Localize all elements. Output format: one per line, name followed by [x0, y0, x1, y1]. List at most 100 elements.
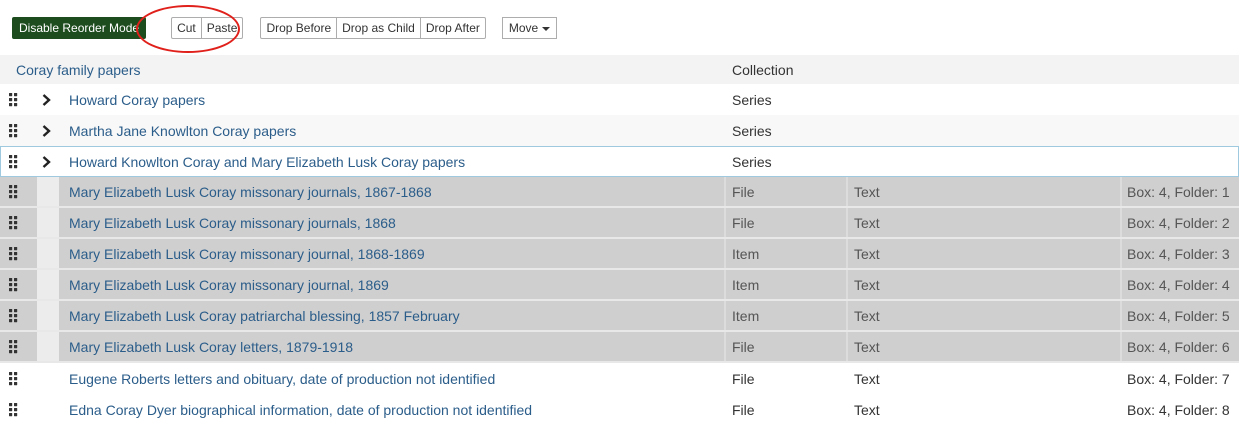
move-dropdown-button[interactable]: Move: [501, 17, 558, 39]
cut-paste-group: Cut Paste: [171, 17, 244, 39]
move-label: Move: [508, 21, 539, 35]
type-cell: Text: [854, 307, 880, 324]
indent-cell: [37, 270, 59, 299]
level-cell: File: [732, 338, 755, 355]
title-cell: Eugene Roberts letters and obituary, dat…: [69, 363, 495, 394]
tree-row[interactable]: Eugene Roberts letters and obituary, dat…: [0, 363, 1239, 394]
title-cell: Martha Jane Knowlton Coray papers: [69, 115, 296, 146]
row-title-link[interactable]: Edna Coray Dyer biographical information…: [69, 402, 532, 418]
root-row: Coray family papers Collection: [0, 55, 1239, 84]
column-divider: [846, 332, 848, 361]
tree-row[interactable]: Howard Coray papers Series: [0, 84, 1239, 115]
level-cell: Item: [732, 276, 760, 293]
tree-row-selected[interactable]: Mary Elizabeth Lusk Coray missonary jour…: [0, 239, 1239, 270]
indent-cell: [37, 332, 59, 361]
column-divider: [1120, 239, 1122, 268]
drop-before-button[interactable]: Drop Before: [260, 17, 338, 39]
caret-down-icon: [542, 26, 551, 31]
root-title-link[interactable]: Coray family papers: [16, 62, 141, 78]
tree-row[interactable]: Edna Coray Dyer biographical information…: [0, 394, 1239, 425]
drag-handle-icon[interactable]: [9, 84, 23, 115]
type-cell: Text: [854, 338, 880, 355]
drag-handle-icon[interactable]: [9, 301, 23, 330]
container-cell: Box: 4, Folder: 7: [1127, 370, 1230, 387]
tree-row[interactable]: Martha Jane Knowlton Coray papers Series: [0, 115, 1239, 146]
type-cell: Text: [854, 183, 880, 200]
container-cell: Box: 4, Folder: 8: [1127, 401, 1230, 418]
level-cell: File: [732, 183, 755, 200]
tree-row-selected[interactable]: Mary Elizabeth Lusk Coray missonary jour…: [0, 208, 1239, 239]
tree-row-selected[interactable]: Mary Elizabeth Lusk Coray letters, 1879-…: [0, 332, 1239, 363]
row-title-link[interactable]: Mary Elizabeth Lusk Coray missonary jour…: [69, 215, 396, 231]
row-title-link[interactable]: Martha Jane Knowlton Coray papers: [69, 123, 296, 139]
drag-handle-icon[interactable]: [9, 177, 23, 206]
title-cell: Mary Elizabeth Lusk Coray missonary jour…: [69, 208, 396, 237]
column-divider: [846, 270, 848, 299]
drop-as-child-button[interactable]: Drop as Child: [336, 17, 421, 39]
level-cell: File: [732, 370, 755, 387]
title-cell: Mary Elizabeth Lusk Coray missonary jour…: [69, 239, 425, 268]
tree-row-selected[interactable]: Mary Elizabeth Lusk Coray missonary jour…: [0, 177, 1239, 208]
column-divider: [724, 177, 726, 206]
type-cell: Text: [854, 276, 880, 293]
tree-table: Coray family papers Collection Howard Co…: [0, 55, 1239, 425]
column-divider: [846, 208, 848, 237]
type-cell: Text: [854, 214, 880, 231]
title-cell: Howard Coray papers: [69, 84, 205, 115]
column-divider: [724, 208, 726, 237]
tree-row-selected[interactable]: Mary Elizabeth Lusk Coray patriarchal bl…: [0, 301, 1239, 332]
column-divider: [1120, 270, 1122, 299]
indent-cell: [37, 301, 59, 330]
drag-handle-icon[interactable]: [9, 147, 23, 176]
title-cell: Mary Elizabeth Lusk Coray missonary jour…: [69, 270, 389, 299]
expand-chevron-icon[interactable]: [42, 84, 56, 115]
drag-handle-icon[interactable]: [9, 239, 23, 268]
row-title-link[interactable]: Howard Knowlton Coray and Mary Elizabeth…: [69, 154, 465, 170]
drag-handle-icon[interactable]: [9, 332, 23, 361]
drop-after-button[interactable]: Drop After: [419, 17, 486, 39]
indent-cell: [37, 208, 59, 237]
row-title-link[interactable]: Mary Elizabeth Lusk Coray missonary jour…: [69, 184, 432, 200]
row-title-link[interactable]: Mary Elizabeth Lusk Coray missonary jour…: [69, 246, 425, 262]
drag-handle-icon[interactable]: [9, 208, 23, 237]
column-divider: [724, 270, 726, 299]
root-level: Collection: [732, 61, 794, 78]
row-title-link[interactable]: Mary Elizabeth Lusk Coray letters, 1879-…: [69, 339, 353, 355]
container-cell: Box: 4, Folder: 2: [1127, 214, 1230, 231]
row-title-link[interactable]: Mary Elizabeth Lusk Coray missonary jour…: [69, 277, 389, 293]
container-cell: Box: 4, Folder: 6: [1127, 338, 1230, 355]
root-title[interactable]: Coray family papers: [16, 55, 141, 84]
column-divider: [1120, 301, 1122, 330]
type-cell: Text: [854, 245, 880, 262]
disable-reorder-mode-button[interactable]: Disable Reorder Mode: [12, 17, 147, 39]
row-title-link[interactable]: Eugene Roberts letters and obituary, dat…: [69, 371, 495, 387]
column-divider: [1120, 208, 1122, 237]
drag-handle-icon[interactable]: [9, 115, 23, 146]
tree-row-selected[interactable]: Mary Elizabeth Lusk Coray missonary jour…: [0, 270, 1239, 301]
title-cell: Mary Elizabeth Lusk Coray missonary jour…: [69, 177, 432, 206]
column-divider: [846, 177, 848, 206]
level-cell: File: [732, 401, 755, 418]
column-divider: [846, 239, 848, 268]
reorder-toolbar: Disable Reorder Mode Cut Paste Drop Befo…: [12, 17, 558, 39]
tree-row-current[interactable]: Howard Knowlton Coray and Mary Elizabeth…: [0, 146, 1239, 177]
indent-cell: [37, 177, 59, 206]
drag-handle-icon[interactable]: [9, 394, 23, 425]
column-divider: [724, 239, 726, 268]
title-cell: Mary Elizabeth Lusk Coray letters, 1879-…: [69, 332, 353, 361]
drag-handle-icon[interactable]: [9, 270, 23, 299]
title-cell: Howard Knowlton Coray and Mary Elizabeth…: [69, 147, 465, 176]
container-cell: Box: 4, Folder: 1: [1127, 183, 1230, 200]
cut-button[interactable]: Cut: [171, 17, 202, 39]
row-title-link[interactable]: Mary Elizabeth Lusk Coray patriarchal bl…: [69, 308, 460, 324]
column-divider: [724, 332, 726, 361]
title-cell: Edna Coray Dyer biographical information…: [69, 394, 532, 425]
container-cell: Box: 4, Folder: 3: [1127, 245, 1230, 262]
expand-chevron-icon[interactable]: [42, 147, 56, 176]
column-divider: [724, 301, 726, 330]
paste-button[interactable]: Paste: [200, 17, 244, 39]
drag-handle-icon[interactable]: [9, 363, 23, 394]
indent-cell: [37, 239, 59, 268]
row-title-link[interactable]: Howard Coray papers: [69, 92, 205, 108]
expand-chevron-icon[interactable]: [42, 115, 56, 146]
